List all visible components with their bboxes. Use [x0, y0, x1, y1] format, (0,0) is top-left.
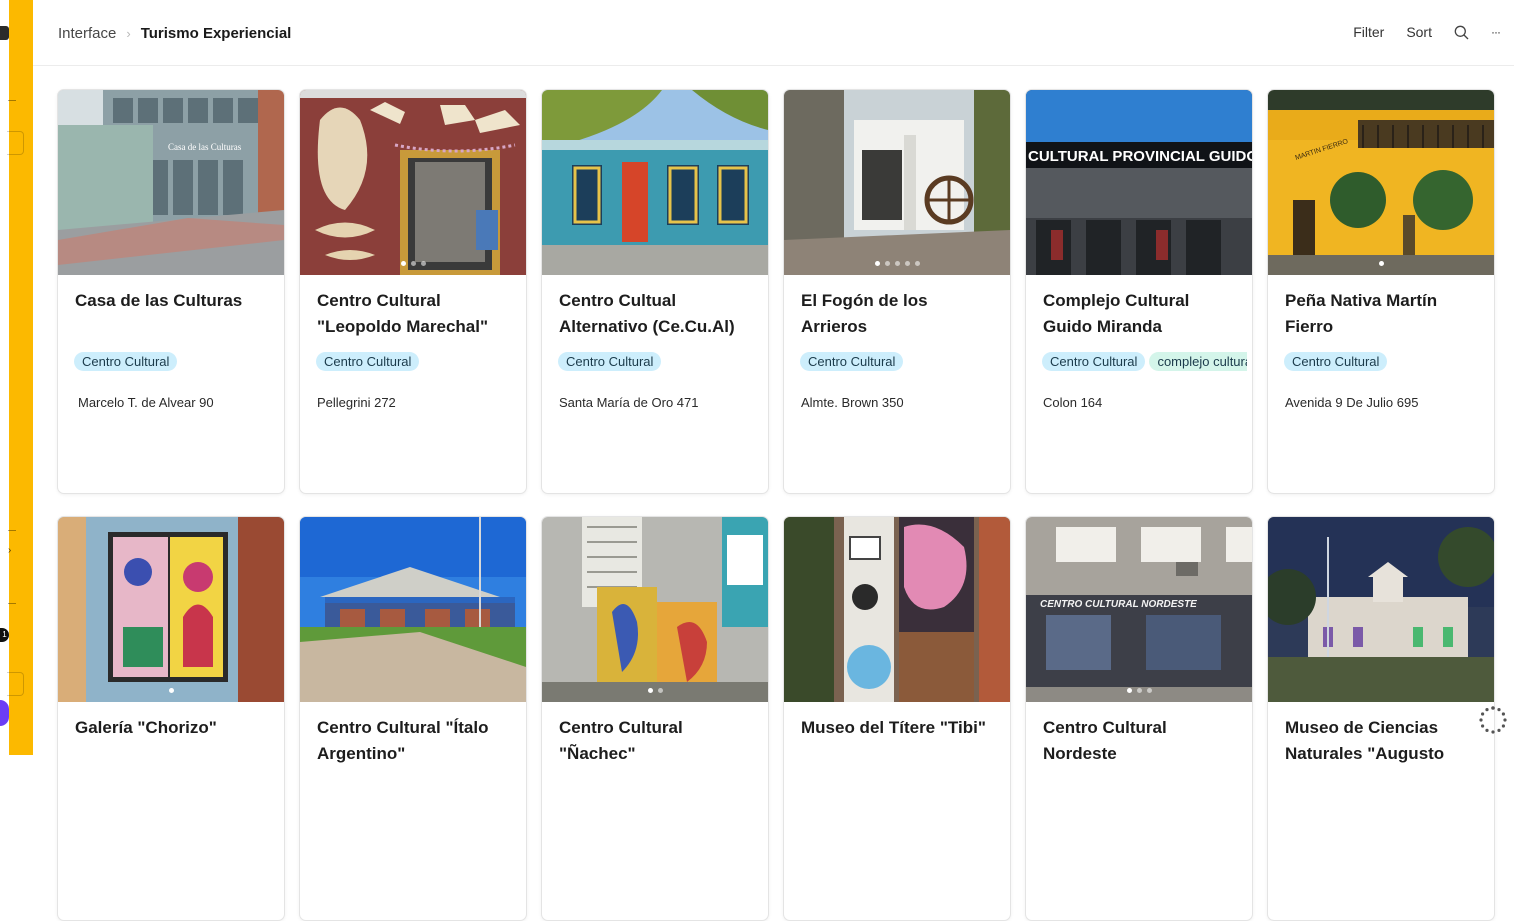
- card-tags: Centro Cultural: [800, 352, 1005, 373]
- card-image-sign: Casa de las Culturas: [168, 142, 242, 152]
- card-title: Complejo Cultural Guido Miranda: [1043, 291, 1190, 336]
- category-tag: Centro Cultural: [1284, 352, 1388, 371]
- toolbar-actions: Filter Sort ···: [1331, 24, 1501, 40]
- card-title: Centro Cultural "Ñachec": [559, 718, 683, 763]
- card[interactable]: Museo del Títere "Tibi": [783, 516, 1011, 921]
- card-title: Museo del Títere "Tibi": [801, 718, 986, 737]
- loading-spinner-icon: [1477, 704, 1509, 736]
- breadcrumb-current: Turismo Experiencial: [140, 25, 292, 42]
- card-image[interactable]: [300, 90, 526, 275]
- card-title: Casa de las Culturas: [75, 291, 243, 310]
- image-carousel-dots[interactable]: [542, 688, 768, 693]
- card[interactable]: Centro Cultural "Leopoldo Marechal" Cent…: [299, 89, 527, 494]
- card-tags: Centro Cultural: [558, 352, 763, 373]
- card-title: Centro Cultual Alternativo (Ce.Cu.Al): [559, 291, 735, 336]
- card-title: Peña Nativa Martín Fierro: [1285, 291, 1438, 336]
- card-image[interactable]: [542, 90, 768, 275]
- category-tag: Centro Cultural: [558, 352, 662, 371]
- card-image[interactable]: CULTURAL PROVINCIAL GUIDO MIRAND: [1026, 90, 1252, 275]
- card-address: Santa María de Oro 471: [559, 395, 699, 410]
- notification-badge: 1: [0, 628, 9, 642]
- card[interactable]: CULTURAL PROVINCIAL GUIDO MIRAND Complej…: [1025, 89, 1253, 494]
- card-image[interactable]: [542, 517, 768, 702]
- sidebar-tick: [8, 100, 16, 101]
- card-tags: Centro Cultural complejo cultural: [1042, 352, 1247, 373]
- card[interactable]: Museo de Ciencias Naturales "Augusto: [1267, 516, 1495, 921]
- card-image[interactable]: [1268, 517, 1494, 702]
- card-address: Almte. Brown 350: [801, 395, 904, 410]
- card-image[interactable]: CENTRO CULTURAL NORDESTE: [1026, 517, 1252, 702]
- card-address: Avenida 9 De Julio 695: [1285, 395, 1419, 410]
- sidebar-nav-button[interactable]: [7, 672, 24, 696]
- breadcrumb-parent[interactable]: Interface: [58, 25, 116, 42]
- card-address: Marcelo T. de Alvear 90: [78, 395, 214, 410]
- card-title: El Fogón de los Arrieros: [801, 291, 928, 336]
- card-image[interactable]: Casa de las Culturas: [58, 90, 284, 275]
- breadcrumb-separator-icon: ›: [126, 26, 131, 41]
- card-address: Colon 164: [1043, 395, 1103, 410]
- card-tags: Centro Cultural: [1284, 352, 1489, 373]
- card[interactable]: Casa de las Culturas Casa de las Cultura…: [57, 89, 285, 494]
- breadcrumb: Interface › Turismo Experiencial: [58, 25, 291, 42]
- app-logo-icon[interactable]: [0, 26, 9, 40]
- image-carousel-dots[interactable]: [1026, 688, 1252, 693]
- card[interactable]: Centro Cultural "Ítalo Argentino": [299, 516, 527, 921]
- filter-button[interactable]: Filter: [1353, 24, 1384, 40]
- card-title: Centro Cultural "Ítalo Argentino": [317, 718, 489, 763]
- more-options-button[interactable]: ···: [1491, 25, 1501, 39]
- card-image[interactable]: [784, 90, 1010, 275]
- card-image[interactable]: [58, 517, 284, 702]
- card-image[interactable]: [300, 517, 526, 702]
- category-tag: Centro Cultural: [800, 352, 904, 371]
- card[interactable]: Galería "Chorizo": [57, 516, 285, 921]
- image-carousel-dots[interactable]: [58, 688, 284, 693]
- card-tags: Centro Cultural: [316, 352, 521, 373]
- card-image[interactable]: [784, 517, 1010, 702]
- category-tag: Centro Cultural: [316, 352, 420, 371]
- sidebar-divider: [8, 530, 16, 531]
- expand-sidebar-icon[interactable]: ›: [8, 545, 11, 556]
- card[interactable]: CENTRO CULTURAL NORDESTE Centro Cultural…: [1025, 516, 1253, 921]
- image-carousel-dots[interactable]: [1268, 261, 1494, 266]
- search-icon[interactable]: [1454, 25, 1469, 40]
- image-carousel-dots[interactable]: [300, 261, 526, 266]
- image-carousel-dots[interactable]: [784, 261, 1010, 266]
- card-image-sign: CULTURAL PROVINCIAL GUIDO MIRAND: [1028, 148, 1252, 165]
- sidebar-divider: [8, 603, 16, 604]
- card[interactable]: MARTIN FIERRO Peña Nativa Martín Fierro …: [1267, 89, 1495, 494]
- category-tag: Centro Cultural: [1042, 352, 1146, 371]
- sidebar-nav-button[interactable]: [7, 131, 24, 155]
- card-title: Museo de Ciencias Naturales "Augusto: [1285, 718, 1445, 763]
- card-tags: Centro Cultural: [74, 352, 279, 373]
- card-image-sign: CENTRO CULTURAL NORDESTE: [1040, 599, 1197, 610]
- card[interactable]: El Fogón de los Arrieros Centro Cultural…: [783, 89, 1011, 494]
- card[interactable]: Centro Cultural "Ñachec": [541, 516, 769, 921]
- card-title: Centro Cultural Nordeste: [1043, 718, 1167, 763]
- card-title: Galería "Chorizo": [75, 718, 217, 737]
- sort-button[interactable]: Sort: [1406, 24, 1432, 40]
- card-title: Centro Cultural "Leopoldo Marechal": [317, 291, 489, 336]
- app-rail: 1: [0, 0, 9, 755]
- user-avatar[interactable]: [0, 700, 9, 726]
- top-bar: Interface › Turismo Experiencial Filter …: [33, 0, 1514, 66]
- category-tag: Centro Cultural: [74, 352, 178, 371]
- card-address: Pellegrini 272: [317, 395, 396, 410]
- category-tag: complejo cultural: [1149, 352, 1247, 371]
- card[interactable]: Centro Cultual Alternativo (Ce.Cu.Al) Ce…: [541, 89, 769, 494]
- card-image[interactable]: MARTIN FIERRO: [1268, 90, 1494, 275]
- sidebar-collapsed: ›: [7, 0, 33, 755]
